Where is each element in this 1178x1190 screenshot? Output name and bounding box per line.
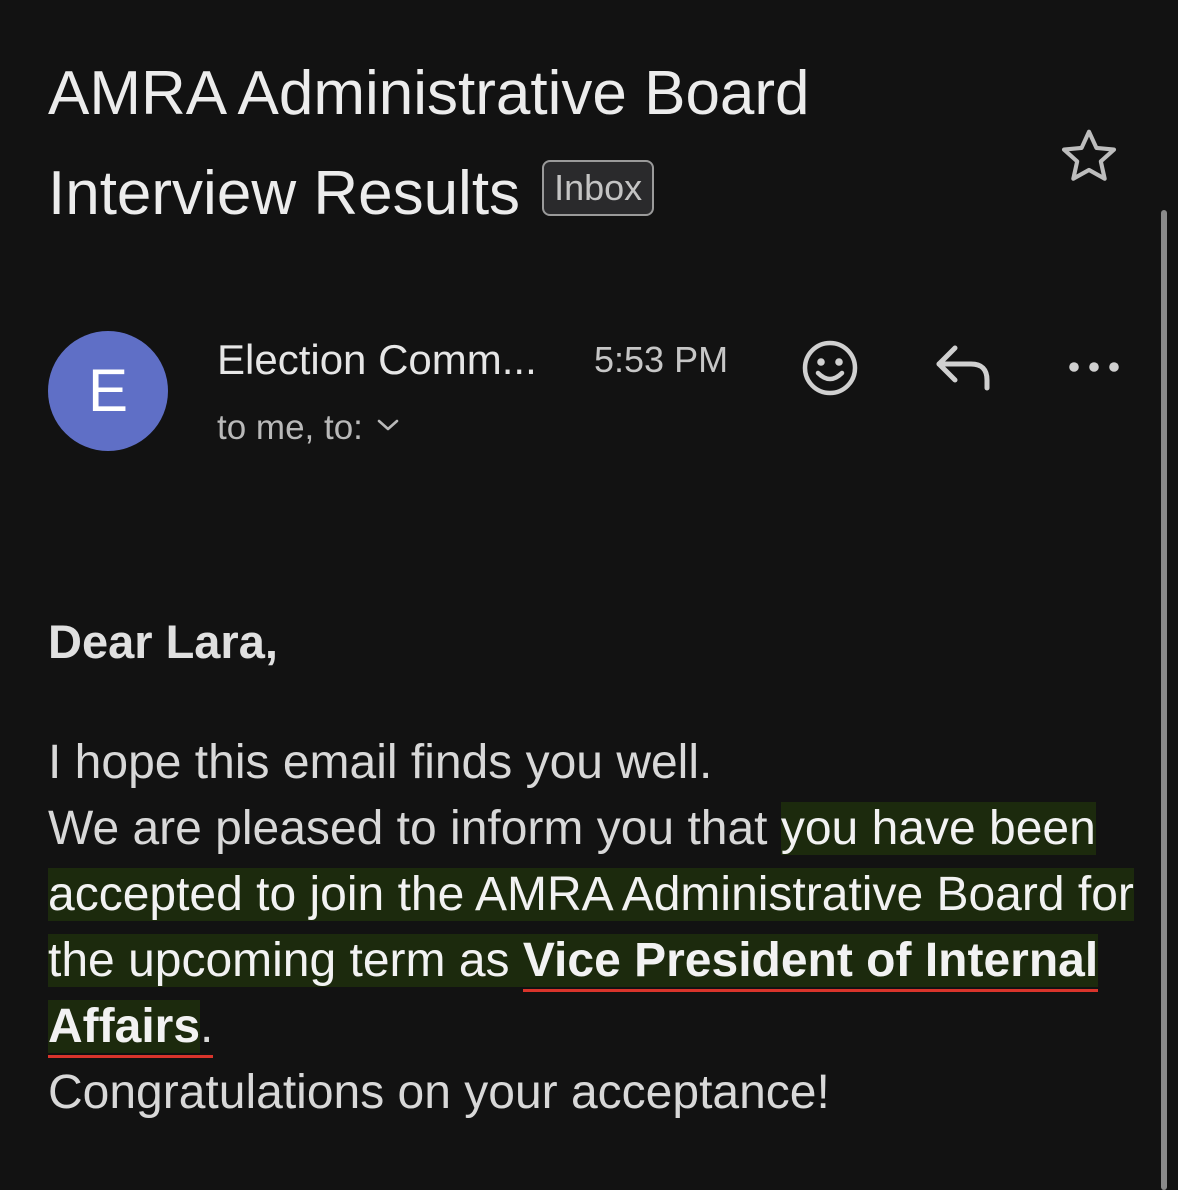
body-line-1: I hope this email finds you well. [48, 736, 713, 789]
body-paragraph: I hope this email finds you well. We are … [48, 730, 1148, 1126]
period: . [200, 1000, 214, 1053]
chevron-down-icon [377, 419, 399, 431]
body-line-2: We are pleased to inform you that [48, 802, 781, 855]
sender-name[interactable]: Election Comm... [217, 334, 537, 386]
star-icon[interactable] [1056, 124, 1122, 190]
reply-icon[interactable] [931, 340, 995, 396]
closing-line: Congratulations on your acceptance! [48, 1066, 830, 1119]
more-horizontal-icon[interactable] [1063, 352, 1125, 382]
recipients-text: to me, to: [217, 408, 363, 447]
scrollbar[interactable] [1161, 210, 1167, 1190]
inbox-label-chip[interactable]: Inbox [542, 160, 655, 216]
recipients-toggle[interactable]: to me, to: [217, 406, 401, 450]
timestamp: 5:53 PM [594, 339, 729, 380]
avatar[interactable]: E [48, 331, 168, 451]
email-body: Dear Lara, I hope this email finds you w… [48, 610, 1148, 1126]
subject-text: AMRA Administrative Board Interview Resu… [48, 59, 810, 228]
greeting: Dear Lara, [48, 615, 278, 668]
smiley-icon[interactable] [800, 338, 860, 398]
email-subject: AMRA Administrative Board Interview Resu… [48, 44, 1048, 244]
